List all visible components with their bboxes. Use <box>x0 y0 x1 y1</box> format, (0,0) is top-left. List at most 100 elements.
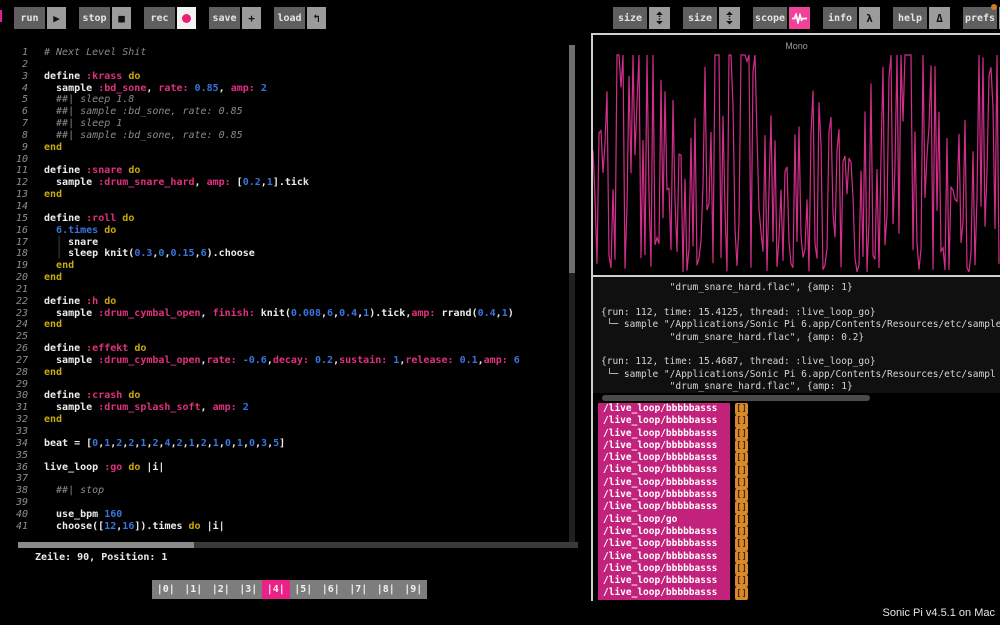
buffer-tab-5[interactable]: |5| <box>290 580 318 599</box>
code-line[interactable]: 4 sample :bd_sone, rate: 0.85, amp: 2 <box>0 83 585 95</box>
cue-address: /live_loop/bbbbbasss <box>598 551 730 563</box>
code-line[interactable]: 18 │ sleep knit(0.3,0,0.15,6).choose <box>0 248 585 260</box>
code-line[interactable]: 1# Next Level Shit <box>0 47 585 59</box>
scope-waveform <box>593 35 1000 272</box>
code-line[interactable]: 30define :crash do <box>0 390 585 402</box>
code-line[interactable]: 22define :h do <box>0 296 585 308</box>
code-line[interactable]: 31 sample :drum_splash_soft, amp: 2 <box>0 402 585 414</box>
code-line[interactable]: 35 <box>0 450 585 462</box>
code-line[interactable]: 23 sample :drum_cymbal_open, finish: kni… <box>0 308 585 320</box>
buffer-tab-9[interactable]: |9| <box>400 580 428 599</box>
code-line[interactable]: 16 6.times do <box>0 225 585 237</box>
code-text: ##| sleep 1 <box>44 118 122 130</box>
line-number: 27 <box>0 355 44 367</box>
info-button[interactable]: infoλ <box>823 7 880 29</box>
load-button[interactable]: load↰ <box>274 7 326 29</box>
code-line[interactable]: 9end <box>0 142 585 154</box>
code-line[interactable]: 6 ##| sample :bd_sone, rate: 0.85 <box>0 106 585 118</box>
cue-address: /live_loop/bbbbbasss <box>598 489 730 501</box>
line-number: 21 <box>0 284 44 296</box>
line-number: 23 <box>0 308 44 320</box>
code-line[interactable]: 24end <box>0 319 585 331</box>
code-text: use_bpm 160 <box>44 509 122 521</box>
code-line[interactable]: 33 <box>0 426 585 438</box>
line-number: 15 <box>0 213 44 225</box>
code-line[interactable]: 40 use_bpm 160 <box>0 509 585 521</box>
cue-log-row: /live_loop/bbbbbasss[] <box>598 464 1000 476</box>
help-button[interactable]: helpΔ <box>893 7 950 29</box>
cue-log-row: /live_loop/bbbbbasss[] <box>598 415 1000 427</box>
editor-vertical-scrollbar[interactable] <box>569 45 575 543</box>
buffer-tab-3[interactable]: |3| <box>235 580 263 599</box>
code-line[interactable]: 34beat = [0,1,2,2,1,2,4,2,1,2,1,0,1,0,3,… <box>0 438 585 450</box>
app-version-label: Sonic Pi v4.5.1 on Mac <box>882 607 995 619</box>
code-text: sample :bd_sone, rate: 0.85, amp: 2 <box>44 83 267 95</box>
cue-log-panel[interactable]: /live_loop/bbbbbasss [] /live_loop/bbbbbas… <box>593 403 1000 601</box>
cue-address: /live_loop/bbbbbasss <box>598 477 730 489</box>
buffer-tab-4[interactable]: |4| <box>262 580 290 599</box>
code-line[interactable]: 13end <box>0 189 585 201</box>
line-number: 31 <box>0 402 44 414</box>
scrollbar-thumb[interactable] <box>569 45 575 273</box>
code-editor[interactable]: 1# Next Level Shit23define :krass do4 sa… <box>0 47 585 539</box>
code-line[interactable]: 38 ##| stop <box>0 485 585 497</box>
code-line[interactable]: 7 ##| sleep 1 <box>0 118 585 130</box>
prefs-button[interactable]: prefsπ <box>963 7 1000 29</box>
code-line[interactable]: 19 end <box>0 260 585 272</box>
code-line[interactable]: 17 │ snare <box>0 237 585 249</box>
scope-button[interactable]: scope <box>753 7 810 29</box>
editor-horizontal-scrollbar[interactable] <box>18 542 578 548</box>
cue-address: /live_loop/bbbbbasss <box>598 501 730 513</box>
log-line: └─ sample "/Applications/Sonic Pi 6.app/… <box>601 369 1000 381</box>
rec-button-label: rec <box>144 7 175 29</box>
cue-address: /live_loop/bbbbbasss <box>598 526 730 538</box>
buffer-tab-1[interactable]: |1| <box>180 580 208 599</box>
code-line[interactable]: 10 <box>0 154 585 166</box>
code-line[interactable]: 15define :roll do <box>0 213 585 225</box>
code-line[interactable]: 39 <box>0 497 585 509</box>
size-button[interactable]: size <box>613 7 670 29</box>
save-button[interactable]: save+ <box>209 7 261 29</box>
code-line[interactable]: 8 ##| sample :bd_sone, rate: 0.85 <box>0 130 585 142</box>
code-line[interactable]: 11define :snare do <box>0 165 585 177</box>
stop-button[interactable]: stop■ <box>79 7 131 29</box>
cue-log-row: /live_loop/bbbbbasss [] <box>598 526 1000 538</box>
code-line[interactable]: 27 sample :drum_cymbal_open,rate: -0.6,d… <box>0 355 585 367</box>
code-line[interactable]: 28end <box>0 367 585 379</box>
right-column: Mono "drum_snare_hard.flac", {amp: 1} {r… <box>591 33 1000 601</box>
code-line[interactable]: 37 <box>0 473 585 485</box>
cue-args-badge: [] <box>735 526 748 538</box>
log-horizontal-scrollbar[interactable] <box>602 395 870 401</box>
code-line[interactable]: 41 choose([12,16]).times do |i| <box>0 521 585 533</box>
code-line[interactable]: 32end <box>0 414 585 426</box>
buffer-tab-0[interactable]: |0| <box>152 580 180 599</box>
load-button-label: load <box>274 7 305 29</box>
code-line[interactable]: 21 <box>0 284 585 296</box>
code-line[interactable]: 25 <box>0 331 585 343</box>
buffer-tab-8[interactable]: |8| <box>372 580 400 599</box>
code-line[interactable]: 14 <box>0 201 585 213</box>
code-line[interactable]: 29 <box>0 379 585 391</box>
cursor-position-status: Zeile: 90, Position: 1 <box>35 552 167 563</box>
line-number: 24 <box>0 319 44 331</box>
log-panel[interactable]: "drum_snare_hard.flac", {amp: 1} {run: 1… <box>593 275 1000 393</box>
code-line[interactable]: 26define :effekt do <box>0 343 585 355</box>
run-button[interactable]: run▶ <box>14 7 66 29</box>
rec-button[interactable]: rec <box>144 7 196 29</box>
code-line[interactable]: 2 <box>0 59 585 71</box>
code-line[interactable]: 12 sample :drum_snare_hard, amp: [0.2,1]… <box>0 177 585 189</box>
code-line[interactable]: 20end <box>0 272 585 284</box>
buffer-tab-6[interactable]: |6| <box>317 580 345 599</box>
toolbar-right: size size scope infoλ helpΔ prefsπ <box>613 7 1000 29</box>
code-line[interactable]: 36live_loop :go do |i| <box>0 462 585 474</box>
run-button-label: run <box>14 7 45 29</box>
size-button[interactable]: size <box>683 7 740 29</box>
record-dot-icon <box>182 14 191 23</box>
cue-args-badge: [] <box>735 489 748 501</box>
code-line[interactable]: 3define :krass do <box>0 71 585 83</box>
code-line[interactable]: 5 ##| sleep 1.8 <box>0 94 585 106</box>
buffer-tab-7[interactable]: |7| <box>345 580 373 599</box>
buffer-tab-2[interactable]: |2| <box>207 580 235 599</box>
scrollbar-thumb[interactable] <box>18 542 194 548</box>
notification-dot <box>991 4 997 10</box>
